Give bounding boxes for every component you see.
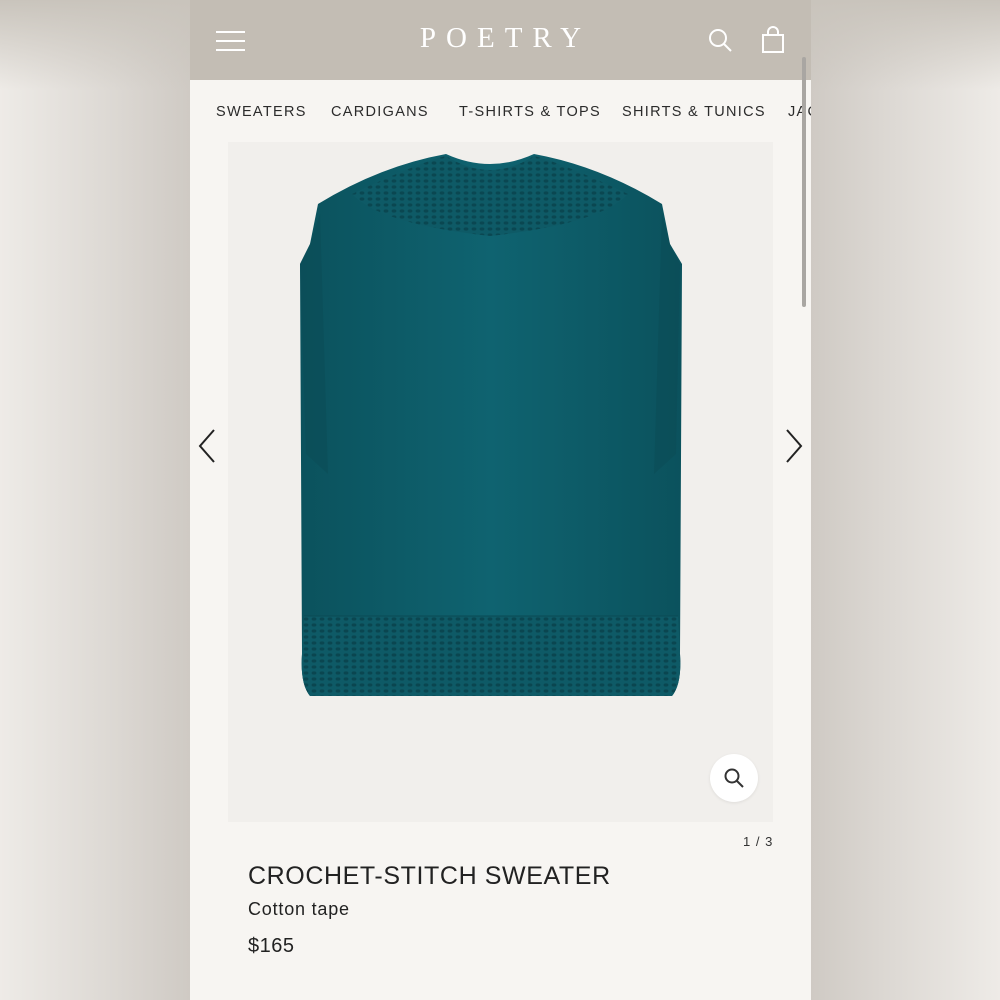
shopping-bag-icon[interactable] (759, 26, 787, 54)
background-blur-left (0, 0, 190, 1000)
product-image-gallery (198, 142, 803, 822)
gallery-pager: 1 / 3 (743, 834, 774, 849)
category-sweaters[interactable]: SWEATERS (216, 104, 307, 120)
mobile-page: POETRY SWEATERS CARDIGANS T-SHIRTS & TOP… (190, 0, 811, 1000)
magnifier-icon (724, 768, 744, 788)
category-jackets[interactable]: JAC (788, 104, 811, 120)
product-material: Cotton tape (248, 899, 350, 919)
zoom-button[interactable] (710, 754, 758, 802)
site-header: POETRY (190, 0, 811, 80)
scrollbar[interactable] (802, 57, 806, 307)
background-blur-right (811, 0, 1000, 1000)
search-icon[interactable] (706, 26, 734, 54)
product-price: $165 (248, 935, 295, 957)
category-cardigans[interactable]: CARDIGANS (331, 104, 429, 120)
product-title: CROCHET-STITCH SWEATER (248, 862, 611, 890)
category-shirts-tunics[interactable]: SHIRTS & TUNICS (622, 104, 766, 120)
product-image[interactable] (270, 154, 710, 702)
chevron-right-icon[interactable] (781, 428, 805, 464)
category-nav: SWEATERS CARDIGANS T-SHIRTS & TOPS SHIRT… (190, 80, 811, 142)
chevron-left-icon[interactable] (196, 428, 220, 464)
category-tshirts-tops[interactable]: T-SHIRTS & TOPS (459, 104, 601, 120)
